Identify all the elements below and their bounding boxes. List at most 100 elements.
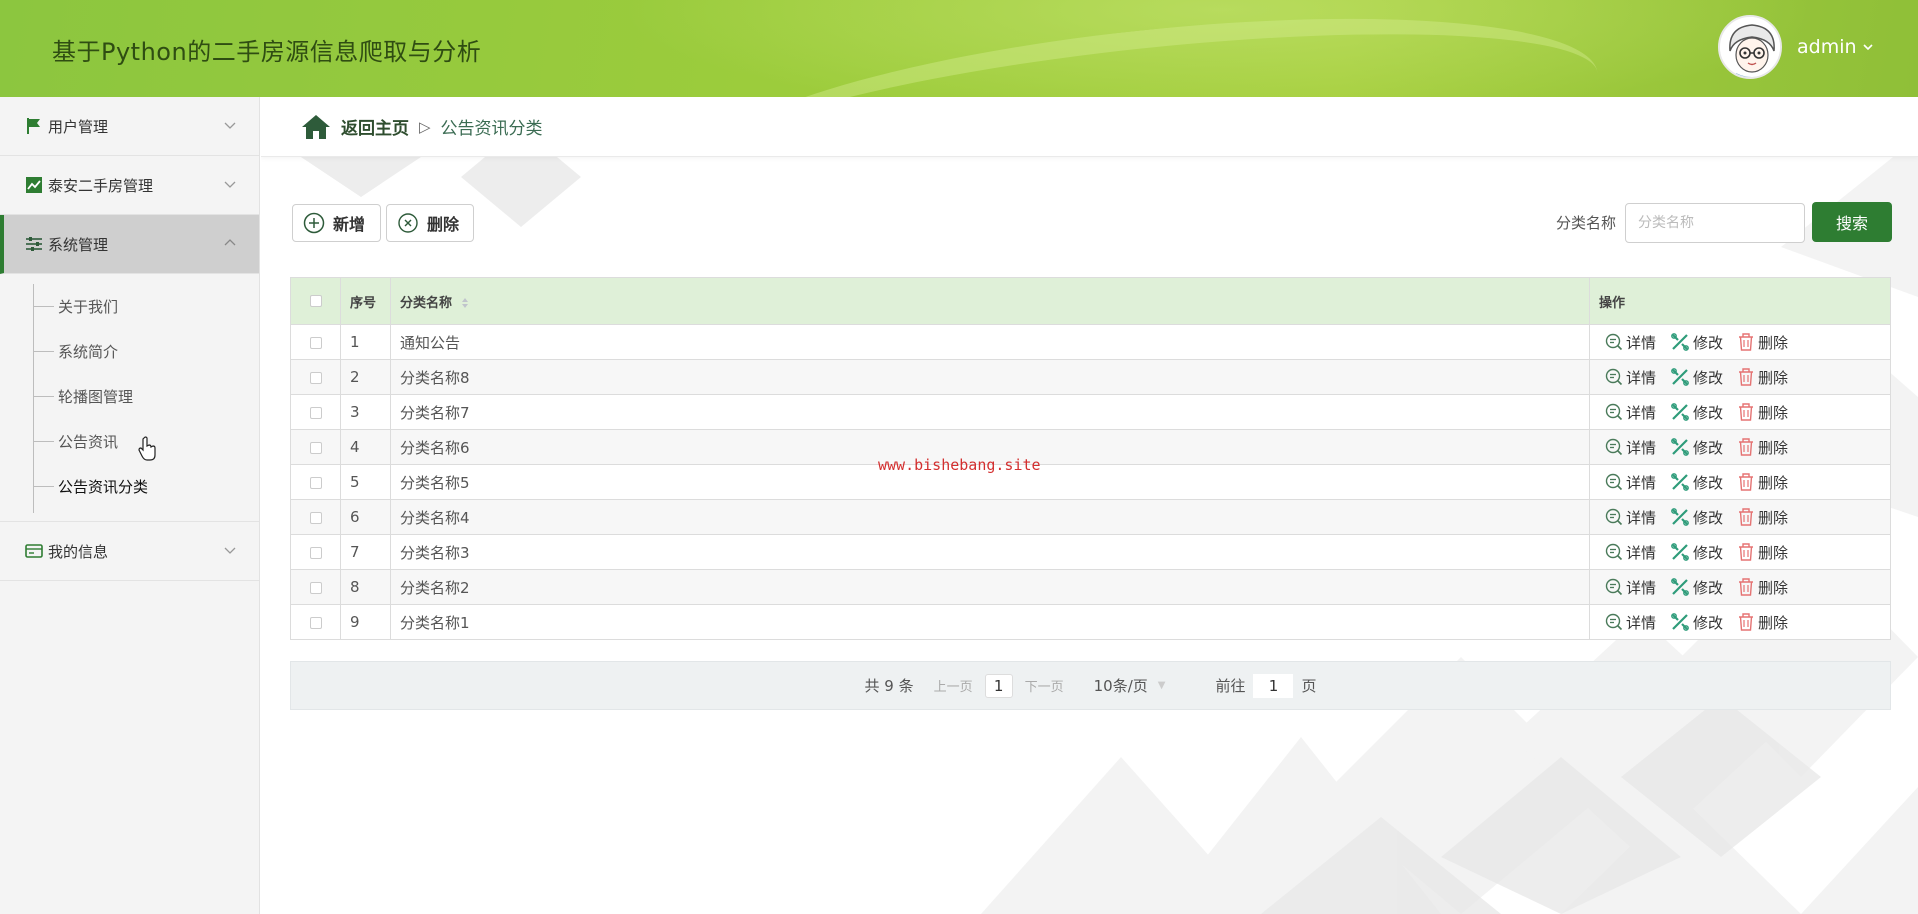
detail-button[interactable]: 详情 (1605, 542, 1656, 563)
row-checkbox[interactable] (309, 476, 322, 489)
page-size-select[interactable]: 10条/页 (1094, 675, 1148, 696)
delete-button[interactable]: 删除 (1737, 367, 1788, 388)
row-checkbox[interactable] (309, 546, 322, 559)
app-title: 基于Python的二手房源信息爬取与分析 (52, 38, 482, 66)
detail-button[interactable]: 详情 (1605, 577, 1656, 598)
row-checkbox[interactable] (309, 441, 322, 454)
delete-label: 删除 (1758, 473, 1789, 492)
id-card-icon (24, 541, 44, 561)
table-row: 6 分类名称4 详情 修改 删除 (290, 499, 1891, 535)
home-icon[interactable] (301, 114, 331, 140)
row-select-cell (290, 534, 341, 570)
sidebar-item-user-management[interactable]: 用户管理 (0, 97, 259, 156)
row-actions: 详情 修改 删除 (1589, 604, 1891, 640)
breadcrumb-current: 公告资讯分类 (440, 119, 543, 139)
prev-page-button[interactable]: 上一页 (934, 676, 973, 695)
row-checkbox[interactable] (309, 616, 322, 629)
sidebar-item-carousel[interactable]: 轮播图管理 (0, 374, 259, 419)
row-actions: 详情 修改 删除 (1589, 569, 1891, 605)
trash-icon (1737, 542, 1755, 562)
row-checkbox[interactable] (309, 336, 322, 349)
detail-button[interactable]: 详情 (1605, 402, 1656, 423)
chevron-down-icon: ▼ (1157, 680, 1166, 691)
detail-button[interactable]: 详情 (1605, 507, 1656, 528)
sidebar-item-system-intro[interactable]: 系统简介 (0, 329, 259, 374)
sidebar-item-label: 用户管理 (48, 117, 109, 136)
row-checkbox[interactable] (309, 406, 322, 419)
row-checkbox[interactable] (309, 581, 322, 594)
edit-tools-icon (1670, 332, 1690, 352)
row-checkbox[interactable] (309, 511, 322, 524)
trash-icon (1737, 612, 1755, 632)
delete-button[interactable]: 删除 (1737, 472, 1788, 493)
delete-label: 删除 (1758, 543, 1789, 562)
select-all-cell (290, 277, 341, 325)
add-button-label: 新增 (333, 215, 366, 234)
search-input[interactable] (1625, 203, 1805, 243)
system-submenu: 关于我们 系统简介 轮播图管理 公告资讯 公告资讯分类 (0, 274, 259, 522)
edit-button[interactable]: 修改 (1670, 612, 1723, 633)
detail-button[interactable]: 详情 (1605, 437, 1656, 458)
batch-delete-button[interactable]: 删除 (386, 204, 474, 242)
sidebar: 用户管理 泰安二手房管理 系统管理 关于我们 系统简介 轮播图管理 公告资讯 公… (0, 97, 260, 914)
flag-icon (24, 116, 44, 136)
edit-button[interactable]: 修改 (1670, 402, 1723, 423)
breadcrumb-home-link[interactable]: 返回主页 (341, 114, 409, 139)
sidebar-item-news-category[interactable]: 公告资讯分类 (0, 464, 259, 509)
header-name-label: 分类名称 (400, 295, 453, 311)
edit-label: 修改 (1693, 438, 1724, 457)
sidebar-item-house-management[interactable]: 泰安二手房管理 (0, 156, 259, 215)
edit-button[interactable]: 修改 (1670, 437, 1723, 458)
edit-button[interactable]: 修改 (1670, 577, 1723, 598)
detail-icon (1605, 508, 1623, 526)
detail-button[interactable]: 详情 (1605, 367, 1656, 388)
detail-label: 详情 (1626, 438, 1657, 457)
edit-button[interactable]: 修改 (1670, 472, 1723, 493)
detail-button[interactable]: 详情 (1605, 332, 1656, 353)
row-actions: 详情 修改 删除 (1589, 429, 1891, 465)
row-index: 2 (340, 359, 391, 395)
sidebar-item-my-info[interactable]: 我的信息 (0, 522, 259, 581)
edit-button[interactable]: 修改 (1670, 542, 1723, 563)
page-number-1[interactable]: 1 (984, 673, 1013, 698)
edit-button[interactable]: 修改 (1670, 332, 1723, 353)
sidebar-item-news[interactable]: 公告资讯 (0, 419, 259, 464)
chevron-up-icon (224, 239, 236, 246)
row-checkbox[interactable] (309, 371, 322, 384)
row-index: 5 (340, 464, 391, 500)
main-content: 返回主页 ▷ 公告资讯分类 新增 删除 分类名称 搜索 序号 (261, 97, 1918, 914)
edit-button[interactable]: 修改 (1670, 507, 1723, 528)
row-select-cell (290, 464, 341, 500)
sidebar-item-about-us[interactable]: 关于我们 (0, 284, 259, 329)
delete-button[interactable]: 删除 (1737, 577, 1788, 598)
delete-button[interactable]: 删除 (1737, 437, 1788, 458)
chevron-down-icon (224, 547, 236, 554)
row-category-name: 分类名称2 (390, 569, 1590, 605)
edit-tools-icon (1670, 612, 1690, 632)
select-all-checkbox[interactable] (309, 295, 322, 307)
goto-page-input[interactable] (1253, 673, 1294, 698)
delete-button[interactable]: 删除 (1737, 332, 1788, 353)
edit-tools-icon (1670, 367, 1690, 387)
pagination-total: 共 9 条 (864, 677, 914, 695)
delete-button[interactable]: 删除 (1737, 402, 1788, 423)
detail-button[interactable]: 详情 (1605, 612, 1656, 633)
edit-button[interactable]: 修改 (1670, 367, 1723, 388)
delete-button[interactable]: 删除 (1737, 507, 1788, 528)
top-header: 基于Python的二手房源信息爬取与分析 admin (0, 0, 1918, 97)
edit-tools-icon (1670, 507, 1690, 527)
sidebar-item-system-management[interactable]: 系统管理 (0, 215, 259, 274)
header-name[interactable]: 分类名称 (390, 277, 1590, 325)
edit-tools-icon (1670, 402, 1690, 422)
avatar[interactable] (1718, 15, 1782, 79)
next-page-button[interactable]: 下一页 (1025, 676, 1064, 695)
sort-icon[interactable] (461, 297, 469, 309)
search-button[interactable]: 搜索 (1812, 202, 1892, 242)
plus-circle-icon (303, 212, 325, 234)
detail-icon (1605, 473, 1623, 491)
user-menu[interactable]: admin (1797, 36, 1873, 58)
delete-button[interactable]: 删除 (1737, 612, 1788, 633)
delete-button[interactable]: 删除 (1737, 542, 1788, 563)
detail-button[interactable]: 详情 (1605, 472, 1656, 493)
add-button[interactable]: 新增 (292, 204, 381, 242)
